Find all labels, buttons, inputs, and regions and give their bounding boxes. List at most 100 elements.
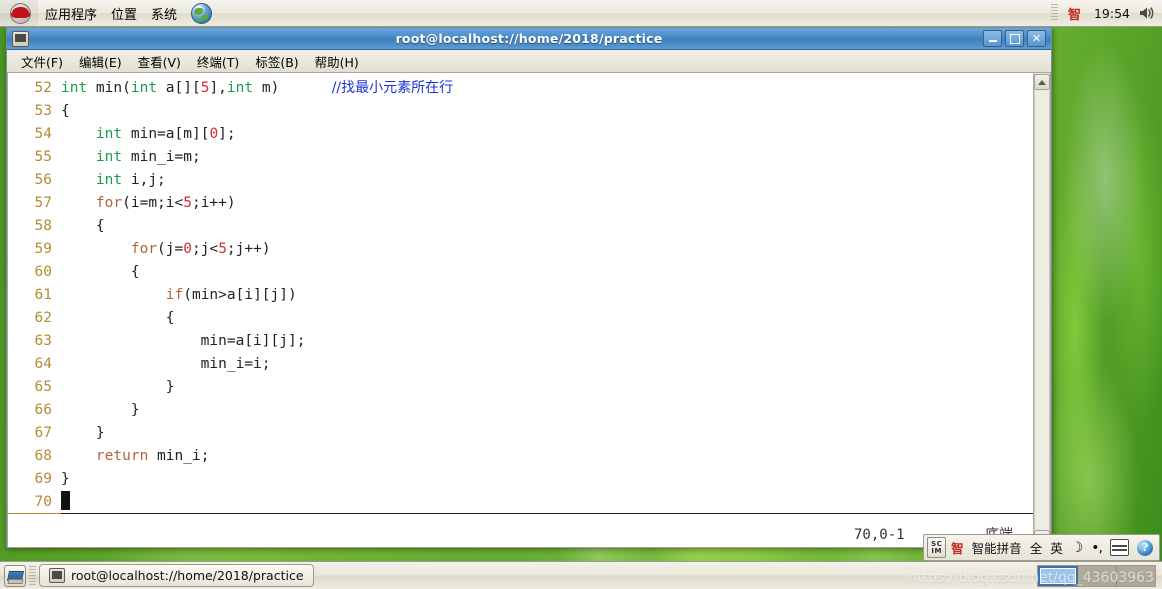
line-number: 56 [34, 172, 52, 188]
clock[interactable]: 19:54 [1087, 6, 1137, 21]
menu-applications-label: 应用程序 [45, 7, 98, 23]
scim-icon[interactable]: SC IM [927, 537, 947, 558]
scim-input-method-bar[interactable]: SC IM 智 智能拼音 全 英 ☽ •, ? [923, 534, 1160, 561]
code-line: 56 int i,j; [8, 169, 1033, 192]
workspace-1[interactable] [1038, 565, 1078, 586]
tray-ime-indicator[interactable]: 智 [1062, 4, 1087, 23]
minimize-button[interactable] [983, 30, 1002, 47]
top-panel-tray: 智 19:54 [1047, 0, 1162, 26]
top-panel: 应用程序 位置 系统 智 19:54 [0, 0, 1162, 27]
terminal-window[interactable]: root@localhost://home/2018/practice ✕ 文件… [6, 27, 1052, 548]
line-text: } [61, 425, 105, 441]
maximize-button[interactable] [1005, 30, 1024, 47]
ime-name[interactable]: 智能拼音 [969, 538, 1025, 557]
menu-item-tabs[interactable]: 标签(B) [247, 50, 306, 73]
line-text: int min(int a[][5],int m) //找最小元素所在行 [61, 80, 454, 96]
code-line: 60 { [8, 261, 1033, 284]
panel-grip[interactable] [1050, 4, 1058, 22]
menu-item-help[interactable]: 帮助(H) [307, 50, 367, 73]
terminal-body: 52 int min(int a[][5],int m) //找最小元素所在行 53… [7, 73, 1051, 548]
code-line: 69} [8, 468, 1033, 491]
scrollbar-track[interactable] [1034, 91, 1050, 529]
code-line: 53 { [8, 100, 1033, 123]
vertical-scrollbar[interactable] [1033, 73, 1050, 547]
workspace-2[interactable] [1078, 565, 1117, 586]
line-number: 57 [34, 195, 52, 211]
line-text: int min=a[m][0]; [95, 126, 236, 142]
menu-item-file[interactable]: 文件(F) [13, 50, 71, 73]
english-chinese-toggle[interactable]: 英 [1047, 538, 1066, 557]
window-controls: ✕ [983, 30, 1048, 47]
line-number: 55 [34, 149, 52, 165]
code-line: 61 if(min>a[i][j]) [8, 284, 1033, 307]
menu-item-terminal[interactable]: 终端(T) [189, 50, 247, 73]
line-number: 62 [34, 310, 52, 326]
line-text: min=a[i][j]; [61, 333, 306, 349]
line-number: 64 [34, 356, 52, 372]
line-text [61, 491, 1033, 514]
line-text: for(j=0;j<5;j++) [130, 241, 271, 257]
taskbar-grip[interactable] [29, 566, 36, 585]
scroll-up-icon[interactable] [1034, 74, 1050, 90]
line-text: } [61, 471, 70, 487]
line-number: 59 [34, 241, 52, 257]
line-number: 58 [34, 218, 52, 234]
line-text: } [61, 379, 175, 395]
line-text: int i,j; [95, 172, 166, 188]
code-line: 55 int min_i=m; [8, 146, 1033, 169]
vim-ruler: 70,0-1 [854, 526, 905, 543]
line-number: 66 [34, 402, 52, 418]
terminal-icon [12, 30, 29, 47]
line-number: 52 [34, 80, 52, 96]
menu-item-view[interactable]: 查看(V) [130, 50, 189, 73]
window-title-bar[interactable]: root@localhost://home/2018/practice ✕ [7, 28, 1051, 50]
code-line: 64 min_i=i; [8, 353, 1033, 376]
browser-launcher[interactable] [184, 0, 219, 26]
globe-browser-icon [191, 2, 213, 24]
menu-places[interactable]: 位置 [104, 0, 144, 26]
line-text: min_i=i; [61, 356, 271, 372]
terminal-icon [49, 568, 65, 583]
code-line: 68 return min_i; [8, 445, 1033, 468]
line-number: 67 [34, 425, 52, 441]
vim-editor[interactable]: 52 int min(int a[][5],int m) //找最小元素所在行 53… [8, 73, 1033, 547]
bottom-panel: root@localhost://home/2018/practice [0, 561, 1162, 589]
code-line: 59 for(j=0;j<5;j++) [8, 238, 1033, 261]
menu-item-edit[interactable]: 编辑(E) [71, 50, 130, 73]
help-icon[interactable]: ? [1134, 539, 1156, 556]
line-text: int min_i=m; [95, 149, 201, 165]
line-text: { [61, 218, 105, 234]
line-number: 60 [34, 264, 52, 280]
redhat-menu-button[interactable] [0, 0, 38, 26]
moon-toggle[interactable]: ☽ [1068, 540, 1087, 556]
code-line: 65 } [8, 376, 1033, 399]
ime-logo[interactable]: 智 [948, 538, 967, 557]
menu-applications[interactable]: 应用程序 [38, 0, 104, 26]
vim-status-line: 70,0-1 底端 [8, 523, 1033, 547]
menu-system[interactable]: 系统 [144, 0, 184, 26]
line-number: 65 [34, 379, 52, 395]
keyboard-icon[interactable] [1107, 539, 1132, 556]
code-line: 57 for(i=m;i<5;i++) [8, 192, 1033, 215]
code-line: 67 } [8, 422, 1033, 445]
code-line: 62 { [8, 307, 1033, 330]
workspace-3[interactable] [1117, 565, 1155, 586]
redhat-logo-icon [10, 2, 31, 24]
workspace-switcher[interactable] [1037, 564, 1156, 587]
full-width-toggle[interactable]: 全 [1027, 538, 1046, 557]
code-line: 58 { [8, 215, 1033, 238]
menu-places-label: 位置 [111, 7, 138, 23]
show-desktop-icon[interactable] [4, 564, 26, 587]
code-line: 66 } [8, 399, 1033, 422]
close-button[interactable]: ✕ [1027, 30, 1046, 47]
code-line: 63 min=a[i][j]; [8, 330, 1033, 353]
line-number: 61 [34, 287, 52, 303]
line-number: 53 [34, 103, 52, 119]
task-button-terminal[interactable]: root@localhost://home/2018/practice [39, 564, 314, 587]
punctuation-toggle[interactable]: •, [1088, 540, 1105, 556]
speaker-icon[interactable] [1137, 4, 1155, 22]
code-line: 70 [8, 491, 1033, 514]
line-number: 54 [34, 126, 52, 142]
line-text: for(i=m;i<5;i++) [95, 195, 236, 211]
line-number: 69 [34, 471, 52, 487]
